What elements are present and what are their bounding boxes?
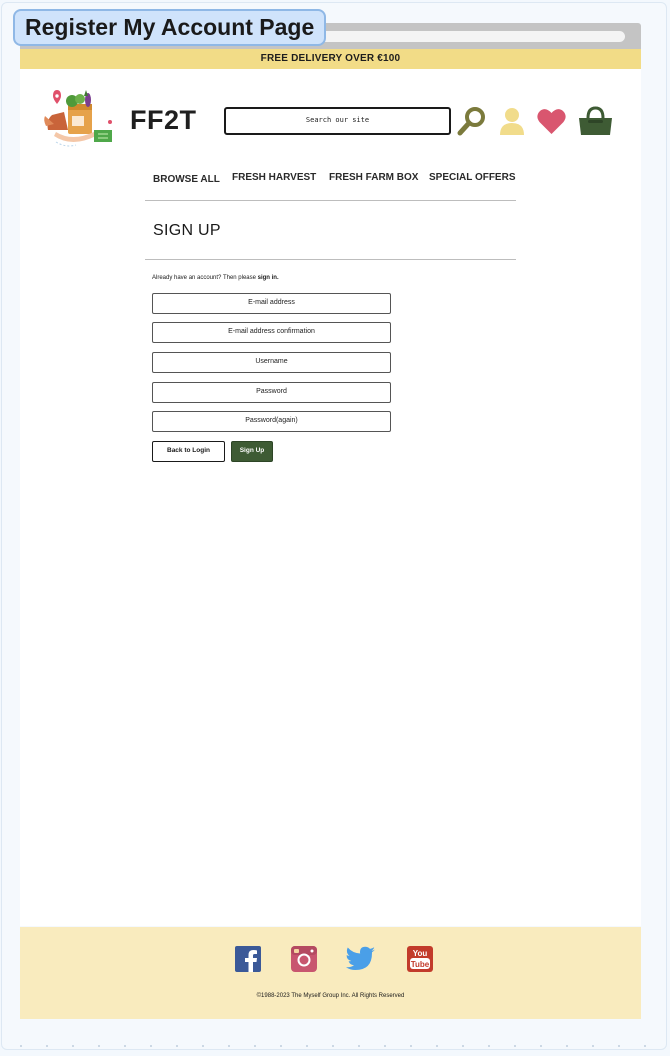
facebook-icon[interactable] (235, 946, 261, 972)
copyright: ©1988-2023 The Myself Group Inc. All Rig… (256, 993, 405, 999)
sign-in-prompt: Already have an account? Then please sig… (152, 275, 279, 281)
nav-item-browse-all[interactable]: BROWSE ALL (153, 174, 220, 185)
brand-name[interactable]: FF2T (130, 105, 197, 136)
nav-item-fresh-farm-box[interactable]: FRESH FARM BOX (329, 172, 418, 183)
email-confirmation-field[interactable]: E-mail address confirmation (152, 322, 391, 343)
account-icon[interactable] (499, 107, 525, 135)
youtube-icon[interactable]: You Tube (407, 946, 433, 972)
password-again-field[interactable]: Password(again) (152, 411, 391, 432)
main-nav: BROWSE ALL FRESH HARVEST FRESH FARM BOX … (145, 164, 516, 201)
page-label: Register My Account Page (13, 9, 327, 46)
back-to-login-button[interactable]: Back to Login (152, 441, 225, 462)
grocery-bag-delivery-icon[interactable] (42, 90, 114, 152)
sign-in-prompt-text: Already have an account? Then please (152, 275, 258, 281)
sign-up-button[interactable]: Sign Up (231, 441, 273, 462)
footer: You Tube ©1988-2023 The Myself Group Inc… (20, 927, 641, 1019)
twitter-icon[interactable] (346, 946, 376, 972)
password-field[interactable]: Password (152, 382, 391, 403)
svg-text:Tube: Tube (411, 960, 430, 969)
page-title: SIGN UP (153, 222, 221, 239)
frame-border-dots (8, 1045, 660, 1047)
search-input[interactable]: Search our site (224, 107, 451, 135)
nav-item-special-offers[interactable]: SPECIAL OFFERS (429, 172, 516, 183)
magnifier-icon[interactable] (457, 106, 487, 136)
promo-banner: FREE DELIVERY OVER €100 (20, 49, 641, 69)
basket-icon[interactable] (578, 106, 613, 136)
wishlist-heart-icon[interactable] (537, 108, 566, 135)
email-field[interactable]: E-mail address (152, 293, 391, 314)
svg-text:You: You (413, 949, 428, 958)
username-field[interactable]: Username (152, 352, 391, 373)
website: FREE DELIVERY OVER €100 FF2T Search our … (20, 49, 641, 926)
instagram-icon[interactable] (291, 946, 317, 972)
heading-section: SIGN UP (145, 201, 516, 260)
nav-item-fresh-harvest[interactable]: FRESH HARVEST (232, 172, 316, 183)
sign-in-link[interactable]: sign in. (258, 275, 279, 281)
